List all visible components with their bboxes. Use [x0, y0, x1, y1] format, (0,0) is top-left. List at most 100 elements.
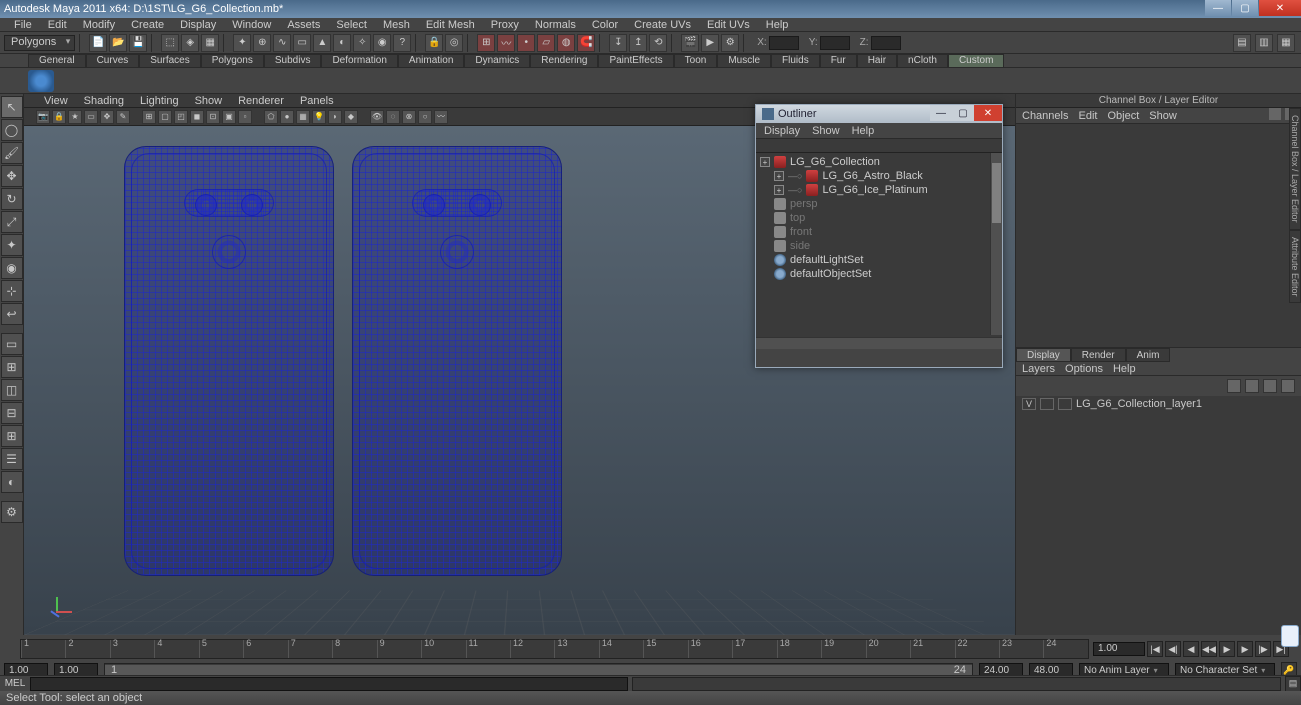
mask-joint-icon[interactable]: ⊕ — [253, 34, 271, 52]
outliner-item[interactable]: top — [756, 211, 1002, 225]
side-tab-channel-box[interactable]: Channel Box / Layer Editor — [1289, 108, 1301, 230]
menu-normals[interactable]: Normals — [527, 19, 584, 31]
mask-render-icon[interactable]: ◉ — [373, 34, 391, 52]
outliner-menu-help[interactable]: Help — [852, 125, 875, 137]
cb-menu-edit[interactable]: Edit — [1078, 110, 1097, 122]
vp-image-plane-icon[interactable]: ▭ — [84, 110, 98, 124]
universal-manip-tool[interactable]: ✦ — [1, 234, 23, 256]
model-phone-2[interactable] — [352, 146, 562, 576]
shelf-tab-painteffects[interactable]: PaintEffects — [598, 54, 673, 68]
outliner-item[interactable]: defaultLightSet — [756, 253, 1002, 267]
outliner-item[interactable]: + —○ LG_G6_Astro_Black — [756, 169, 1002, 183]
render-settings-icon[interactable]: ⚙ — [721, 34, 739, 52]
le-menu-options[interactable]: Options — [1065, 363, 1103, 375]
menu-create-uvs[interactable]: Create UVs — [626, 19, 699, 31]
le-menu-help[interactable]: Help — [1113, 363, 1136, 375]
step-forward-button[interactable]: ▶ — [1237, 641, 1253, 657]
menu-window[interactable]: Window — [224, 19, 279, 31]
command-language-label[interactable]: MEL — [0, 678, 30, 689]
vp-menu-panels[interactable]: Panels — [292, 95, 342, 107]
lasso-tool[interactable]: ◯ — [1, 119, 23, 141]
vp-high-quality-icon[interactable]: ◆ — [344, 110, 358, 124]
rotate-tool[interactable]: ↻ — [1, 188, 23, 210]
render-frame-icon[interactable]: 🎬 — [681, 34, 699, 52]
three-pane-layout[interactable]: ⊞ — [1, 425, 23, 447]
expand-toggle[interactable]: + — [760, 157, 770, 167]
model-phone-1[interactable] — [124, 146, 334, 576]
cb-menu-channels[interactable]: Channels — [1022, 110, 1068, 122]
outliner-maximize-button[interactable]: ▢ — [952, 105, 974, 121]
vp-xray-joints-icon[interactable]: ⊗ — [402, 110, 416, 124]
vp-grease-icon[interactable]: ✎ — [116, 110, 130, 124]
outliner-item[interactable]: front — [756, 225, 1002, 239]
snap-grid-icon[interactable]: ⊞ — [477, 34, 495, 52]
two-pane-stack-layout[interactable]: ⊟ — [1, 402, 23, 424]
two-pane-side-layout[interactable]: ◫ — [1, 379, 23, 401]
outliner-item[interactable]: + —○ LG_G6_Ice_Platinum — [756, 183, 1002, 197]
outliner-search-field[interactable] — [756, 139, 1002, 153]
sync-icon[interactable] — [1269, 108, 1281, 120]
paint-select-tool[interactable]: 🖌 — [1, 142, 23, 164]
shelf-custom-script-icon[interactable] — [28, 70, 54, 92]
mask-deform-icon[interactable]: ◐ — [333, 34, 351, 52]
shelf-tab-ncloth[interactable]: nCloth — [897, 54, 948, 68]
open-scene-icon[interactable]: 📂 — [109, 34, 127, 52]
outliner-item[interactable]: defaultObjectSet — [756, 267, 1002, 281]
shelf-tab-muscle[interactable]: Muscle — [717, 54, 771, 68]
mask-poly-icon[interactable]: ▲ — [313, 34, 331, 52]
outliner-minimize-button[interactable]: — — [930, 105, 952, 121]
soft-mod-tool[interactable]: ◉ — [1, 257, 23, 279]
outliner-item[interactable]: persp — [756, 197, 1002, 211]
layer-move-up-icon[interactable] — [1227, 379, 1241, 393]
input-operations-icon[interactable]: ↧ — [609, 34, 627, 52]
expand-toggle[interactable]: + — [774, 171, 784, 181]
layer-visibility-toggle[interactable]: V — [1022, 398, 1036, 410]
shelf-tab-dynamics[interactable]: Dynamics — [464, 54, 530, 68]
menu-modify[interactable]: Modify — [75, 19, 123, 31]
construction-history-icon[interactable]: ⟲ — [649, 34, 667, 52]
shelf-tab-hair[interactable]: Hair — [857, 54, 897, 68]
shelf-tab-animation[interactable]: Animation — [398, 54, 464, 68]
show-manip-tool[interactable]: ⊹ — [1, 280, 23, 302]
go-to-start-button[interactable]: |◀ — [1147, 641, 1163, 657]
vp-safe-action-icon[interactable]: ▣ — [222, 110, 236, 124]
vp-safe-title-icon[interactable]: ▫ — [238, 110, 252, 124]
output-operations-icon[interactable]: ↥ — [629, 34, 647, 52]
command-input[interactable] — [30, 677, 628, 691]
outliner-menu-show[interactable]: Show — [812, 125, 840, 137]
single-pane-layout[interactable]: ▭ — [1, 333, 23, 355]
new-layer-icon[interactable] — [1263, 379, 1277, 393]
vp-select-camera-icon[interactable]: 📷 — [36, 110, 50, 124]
menu-create[interactable]: Create — [123, 19, 172, 31]
menu-edit-mesh[interactable]: Edit Mesh — [418, 19, 483, 31]
step-back-key-button[interactable]: ◀| — [1165, 641, 1181, 657]
shelf-tab-toon[interactable]: Toon — [674, 54, 718, 68]
current-time-field[interactable]: 1.00 — [1093, 642, 1145, 656]
vp-film-gate-icon[interactable]: ▢ — [158, 110, 172, 124]
outliner-titlebar[interactable]: Outliner — ▢ ✕ — [756, 105, 1002, 123]
layer-row[interactable]: V LG_G6_Collection_layer1 — [1016, 396, 1301, 412]
vp-use-lights-icon[interactable]: 💡 — [312, 110, 326, 124]
vp-xray-icon[interactable]: ◌ — [386, 110, 400, 124]
select-object-icon[interactable]: ◈ — [181, 34, 199, 52]
play-backward-button[interactable]: ◀◀ — [1201, 641, 1217, 657]
layer-tab-anim[interactable]: Anim — [1126, 348, 1171, 362]
mask-surface-icon[interactable]: ▭ — [293, 34, 311, 52]
new-layer-assign-icon[interactable] — [1281, 379, 1295, 393]
outliner-item[interactable]: + LG_G6_Collection — [756, 155, 1002, 169]
menu-select[interactable]: Select — [328, 19, 375, 31]
vp-textured-icon[interactable]: ▦ — [296, 110, 310, 124]
shelf-tab-custom[interactable]: Custom — [948, 54, 1004, 68]
vp-menu-shading[interactable]: Shading — [76, 95, 132, 107]
teamviewer-widget-icon[interactable] — [1281, 625, 1299, 647]
vp-field-chart-icon[interactable]: ⊡ — [206, 110, 220, 124]
new-scene-icon[interactable]: 📄 — [89, 34, 107, 52]
outliner-hscroll[interactable] — [756, 337, 1002, 349]
vp-gate-mask-icon[interactable]: ◼ — [190, 110, 204, 124]
tool-settings-icon[interactable]: ⚙ — [1, 501, 23, 523]
time-slider[interactable]: 123456789101112131415161718192021222324 — [20, 639, 1089, 659]
hypershade-layout[interactable]: ◐ — [1, 471, 23, 493]
lock-selection-icon[interactable]: 🔒 — [425, 34, 443, 52]
vp-grid-icon[interactable]: ⊞ — [142, 110, 156, 124]
outliner-close-button[interactable]: ✕ — [974, 105, 1002, 121]
